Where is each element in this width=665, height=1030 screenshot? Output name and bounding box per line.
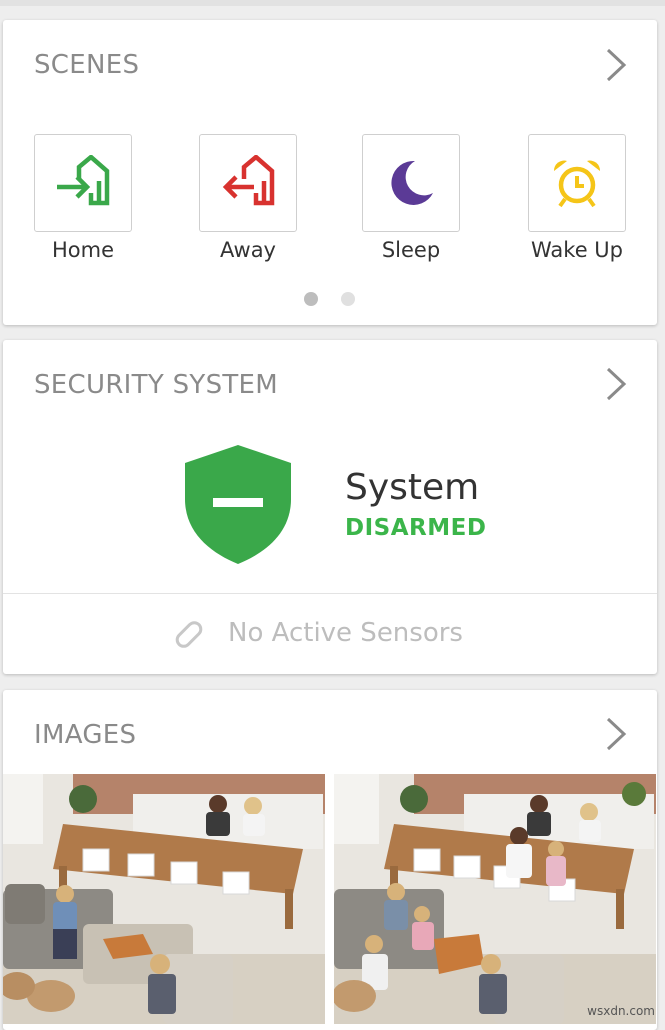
camera-image-1[interactable] (3, 774, 325, 1024)
scenes-title: SCENES (34, 50, 140, 80)
scene-home[interactable]: Home (34, 134, 132, 262)
divider (3, 593, 657, 594)
scene-wakeup[interactable]: Wake Up (528, 134, 626, 262)
camera-image-2[interactable] (334, 774, 656, 1024)
security-title: SECURITY SYSTEM (34, 370, 279, 400)
chevron-right-icon[interactable] (605, 366, 627, 402)
page-dot-inactive[interactable] (341, 292, 355, 306)
chevron-right-icon[interactable] (605, 716, 627, 752)
scene-sleep-box[interactable] (362, 134, 460, 232)
shield-disarmed-icon (185, 445, 291, 564)
scenes-card: SCENES Home Away Sleep Wake Up (3, 20, 657, 325)
system-label: System (345, 467, 480, 508)
scene-sleep[interactable]: Sleep (362, 134, 460, 262)
scene-away-box[interactable] (199, 134, 297, 232)
scene-home-box[interactable] (34, 134, 132, 232)
sensors-status-text: No Active Sensors (228, 618, 463, 648)
scene-home-label: Home (51, 238, 114, 262)
scene-sleep-label: Sleep (381, 238, 441, 262)
watermark: wsxdn.com (587, 1004, 655, 1018)
home-leave-icon (222, 155, 275, 206)
images-title: IMAGES (34, 720, 137, 750)
moon-icon (391, 160, 433, 205)
scene-wakeup-box[interactable] (528, 134, 626, 232)
scene-wakeup-label: Wake Up (531, 238, 623, 262)
page-dot-active[interactable] (304, 292, 318, 306)
chevron-right-icon[interactable] (605, 47, 627, 83)
sensor-pill-icon (175, 621, 203, 648)
top-edge (0, 0, 665, 6)
photo-living-room-2 (334, 774, 656, 1024)
scene-away-label: Away (220, 238, 276, 262)
security-card: SECURITY SYSTEM System DISARMED No Activ… (3, 340, 657, 674)
photo-living-room-1 (3, 774, 325, 1024)
images-card: IMAGES (3, 690, 657, 1030)
system-status: DISARMED (345, 515, 487, 541)
alarm-clock-icon (553, 160, 601, 208)
home-enter-icon (57, 155, 110, 206)
scene-away[interactable]: Away (199, 134, 297, 262)
